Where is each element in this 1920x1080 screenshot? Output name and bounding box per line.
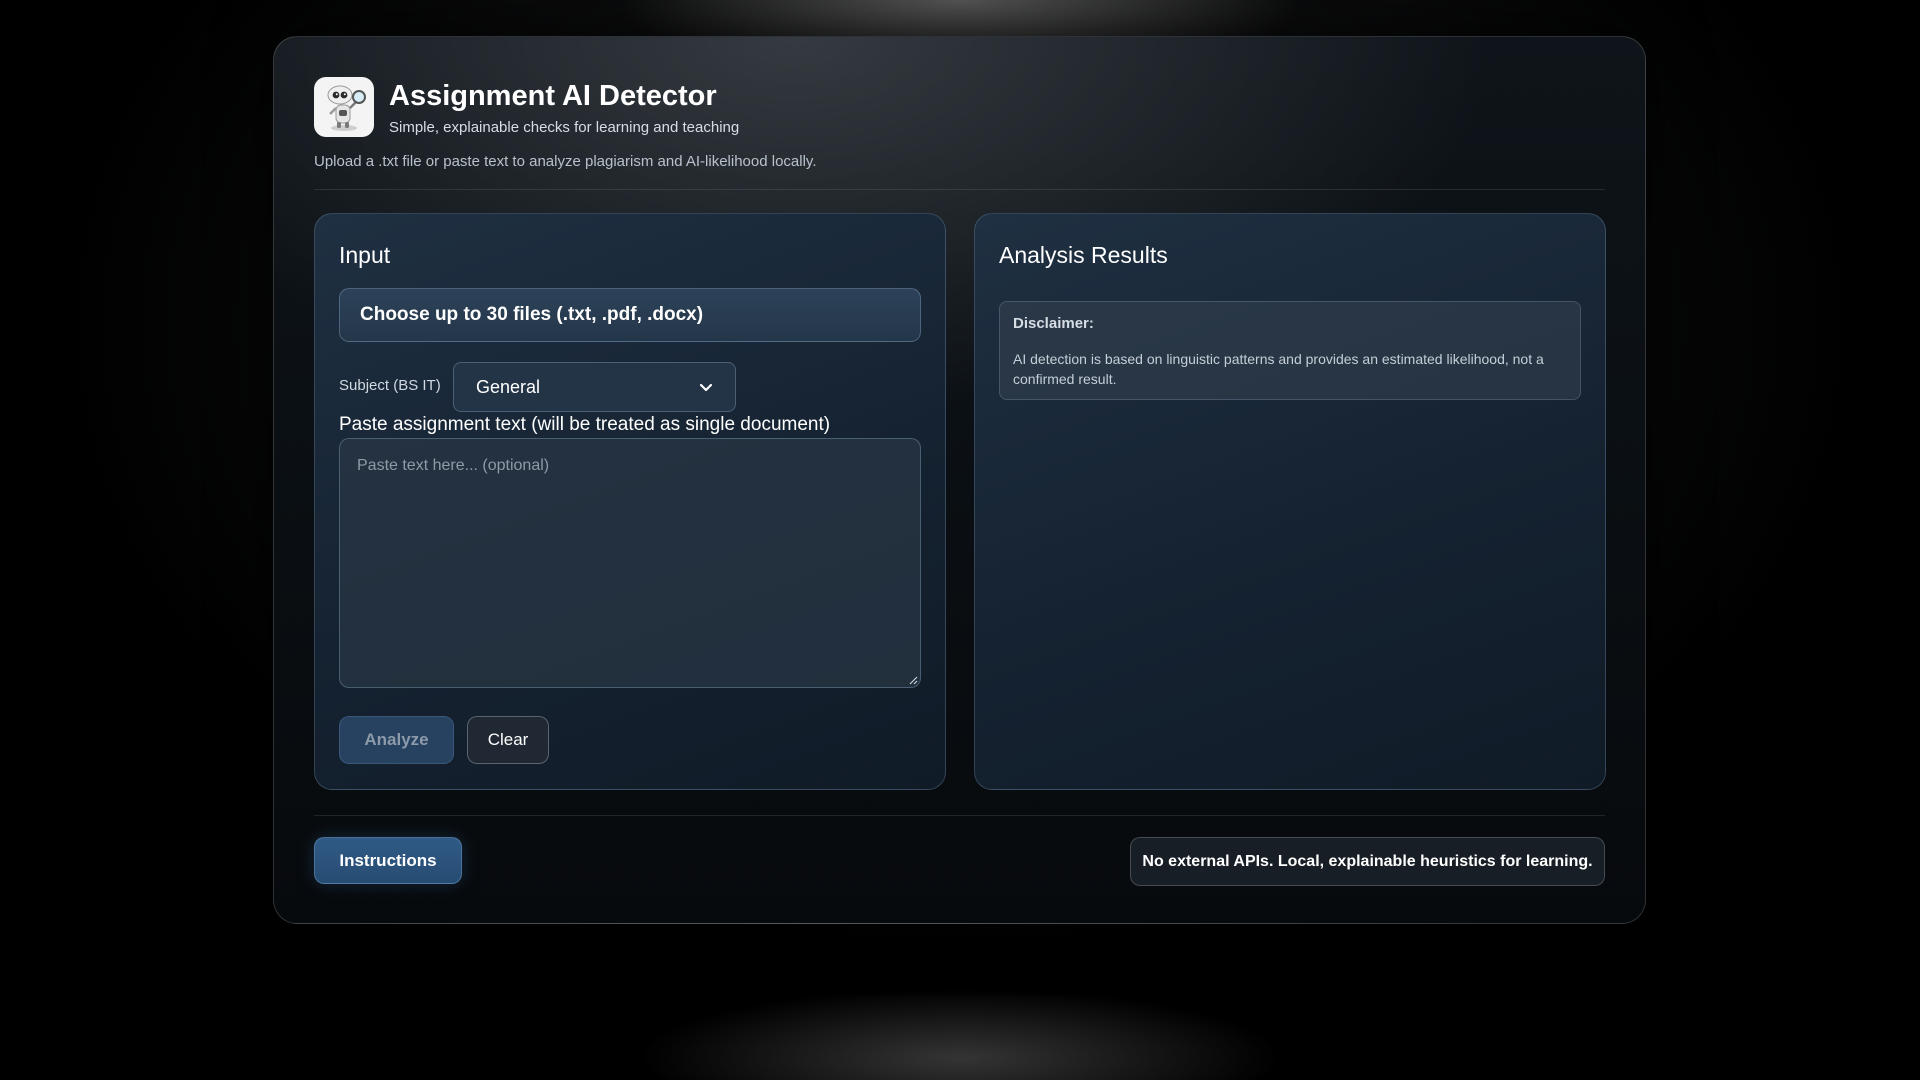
clear-button[interactable]: Clear — [467, 716, 549, 764]
footer-note-text: No external APIs. Local, explainable heu… — [1142, 852, 1593, 870]
instructions-button-label: Instructions — [339, 850, 437, 870]
app-intro: Upload a .txt file or paste text to anal… — [314, 153, 817, 170]
file-chooser-label: Choose up to 30 files (.txt, .pdf, .docx… — [360, 304, 704, 325]
resize-handle-icon[interactable] — [909, 676, 918, 685]
file-chooser-button[interactable]: Choose up to 30 files (.txt, .pdf, .docx… — [339, 288, 921, 342]
subject-select-value: General — [476, 376, 541, 397]
subject-select[interactable]: General — [453, 362, 736, 412]
input-panel-title: Input — [339, 242, 391, 268]
disclaimer-title: Disclaimer: — [1013, 315, 1094, 332]
paste-textarea[interactable] — [339, 438, 921, 688]
app-subtitle: Simple, explainable checks for learning … — [389, 119, 740, 136]
footer-divider — [314, 815, 1605, 816]
clear-button-label: Clear — [487, 730, 529, 749]
chevron-down-icon — [699, 383, 713, 392]
subject-label: Subject (BS IT) — [339, 377, 441, 394]
analyze-button-label: Analyze — [364, 730, 429, 749]
results-panel: Analysis Results Disclaimer: AI detectio… — [974, 213, 1606, 790]
analyze-button[interactable]: Analyze — [339, 716, 454, 764]
robot-magnifier-icon — [314, 77, 374, 137]
instructions-button[interactable]: Instructions — [314, 837, 462, 884]
app-card: Assignment AI Detector Simple, explainab… — [273, 36, 1646, 924]
paste-label: Paste assignment text (will be treated a… — [339, 414, 831, 435]
results-panel-title: Analysis Results — [999, 242, 1168, 268]
disclaimer-box: Disclaimer: AI detection is based on lin… — [999, 301, 1581, 400]
input-panel: Input Choose up to 30 files (.txt, .pdf,… — [314, 213, 946, 790]
footer-note: No external APIs. Local, explainable heu… — [1130, 837, 1605, 886]
disclaimer-text: AI detection is based on linguistic patt… — [1013, 351, 1544, 387]
app-title: Assignment AI Detector — [389, 80, 717, 112]
header-divider — [314, 189, 1605, 190]
